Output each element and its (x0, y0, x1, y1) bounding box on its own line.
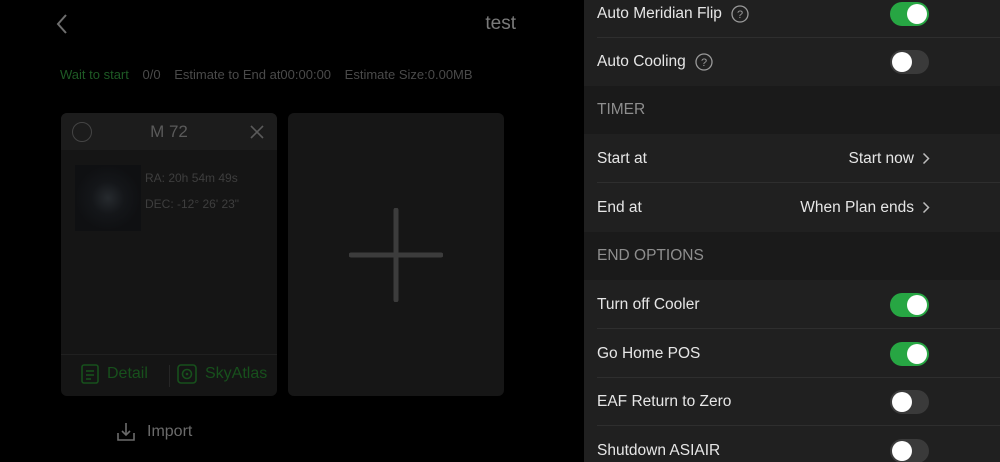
shutdown-asiair-toggle[interactable] (890, 438, 929, 462)
auto-cooling-label-wrap: Auto Cooling ? (597, 53, 713, 71)
plan-page: test Wait to start 0/0 Estimate to End a… (0, 0, 584, 462)
plan-status-bar: Wait to start 0/0 Estimate to End at00:0… (60, 67, 483, 82)
svg-text:?: ? (701, 57, 707, 69)
target-name: M 72 (150, 122, 188, 141)
setting-row-auto-meridian-flip: Auto Meridian Flip ? (584, 0, 1000, 38)
start-at-label: Start at (597, 149, 647, 167)
detail-button[interactable]: Detail (81, 364, 148, 384)
start-at-value-text: Start now (848, 149, 914, 167)
svg-text:?: ? (737, 9, 743, 21)
help-icon[interactable]: ? (695, 53, 713, 71)
setting-row-end-at[interactable]: End at When Plan ends (584, 183, 1000, 232)
import-button[interactable]: Import (115, 421, 192, 443)
setting-row-eaf-return-zero: EAF Return to Zero (584, 378, 1000, 426)
start-at-value[interactable]: Start now (849, 150, 930, 168)
import-label: Import (147, 423, 193, 440)
plus-icon (349, 208, 443, 302)
auto-cooling-label: Auto Cooling (597, 53, 686, 70)
detail-label: Detail (107, 365, 148, 382)
plan-title: test (485, 13, 516, 34)
skyatlas-label: SkyAtlas (205, 365, 268, 382)
section-end-options: END OPTIONS (584, 232, 1000, 280)
import-icon (117, 423, 135, 441)
eaf-return-zero-toggle[interactable] (890, 390, 929, 414)
estimate-end: Estimate to End at00:00:00 (174, 67, 332, 82)
target-thumbnail (75, 165, 141, 231)
end-at-value-text: When Plan ends (800, 198, 914, 216)
auto-meridian-flip-toggle[interactable] (890, 2, 929, 26)
target-crosshair-icon (177, 364, 197, 384)
turn-off-cooler-label: Turn off Cooler (597, 295, 700, 313)
chevron-right-icon (922, 152, 930, 165)
end-at-value[interactable]: When Plan ends (800, 199, 930, 217)
setting-row-turn-off-cooler: Turn off Cooler (584, 280, 1000, 329)
document-icon (81, 364, 99, 384)
help-icon[interactable]: ? (731, 5, 749, 23)
target-card-footer: Detail SkyAtlas (61, 354, 277, 396)
turn-off-cooler-toggle[interactable] (890, 292, 929, 317)
shutdown-asiair-label: Shutdown ASIAIR (597, 441, 721, 459)
auto-meridian-flip-label: Auto Meridian Flip (597, 5, 722, 22)
go-home-pos-toggle[interactable] (890, 341, 929, 366)
plan-settings-panel: Auto Meridian Flip ? Auto Cooling ? TIME… (584, 0, 1000, 462)
setting-row-shutdown-asiair: Shutdown ASIAIR (584, 426, 1000, 462)
target-ra: RA: 20h 54m 49s (145, 171, 238, 185)
eaf-return-zero-label: EAF Return to Zero (597, 393, 732, 410)
close-icon[interactable] (249, 124, 265, 140)
chevron-right-icon (922, 201, 930, 214)
add-target-button[interactable] (288, 113, 504, 396)
plan-progress: 0/0 (142, 67, 161, 82)
target-dec: DEC: -12° 26' 23" (145, 197, 240, 211)
setting-row-auto-cooling: Auto Cooling ? (584, 38, 1000, 86)
estimate-size: Estimate Size:0.00MB (344, 67, 473, 82)
go-home-pos-label: Go Home POS (597, 344, 701, 362)
back-chevron-icon[interactable] (52, 12, 72, 36)
setting-row-go-home-pos: Go Home POS (584, 329, 1000, 378)
setting-row-start-at[interactable]: Start at Start now (584, 134, 1000, 183)
plan-state: Wait to start (60, 67, 129, 82)
timer-section-header: TIMER (597, 101, 646, 118)
end-options-section-header: END OPTIONS (597, 247, 704, 264)
end-at-label: End at (597, 198, 642, 216)
target-card[interactable]: M 72 RA: 20h 54m 49s DEC: -12° 26' 23" D… (61, 113, 277, 396)
auto-cooling-toggle[interactable] (890, 50, 929, 74)
skyatlas-button[interactable]: SkyAtlas (177, 364, 267, 384)
auto-meridian-flip-label-wrap: Auto Meridian Flip ? (597, 5, 749, 23)
target-card-header: M 72 (61, 113, 277, 150)
section-timer: TIMER (584, 86, 1000, 134)
footer-divider (169, 365, 170, 387)
